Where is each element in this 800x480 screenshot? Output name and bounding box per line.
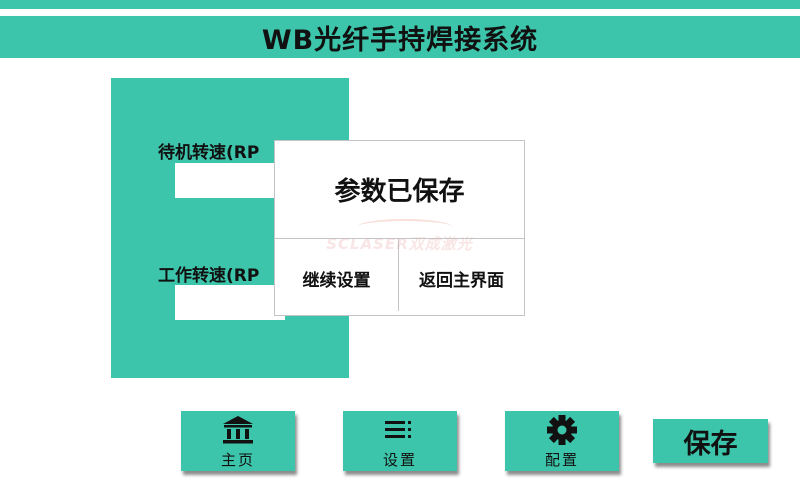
standby-speed-input[interactable] — [175, 163, 285, 198]
bank-icon — [220, 413, 256, 447]
app-title: WB光纤手持焊接系统 — [0, 16, 800, 58]
home-button[interactable]: 主页 — [181, 411, 295, 471]
gear-icon — [544, 413, 580, 447]
save-button[interactable]: 保存 — [653, 419, 768, 463]
return-main-button[interactable]: 返回主界面 — [399, 239, 524, 317]
home-label: 主页 — [220, 450, 255, 469]
config-button[interactable]: 配置 — [505, 411, 619, 471]
settings-button[interactable]: 设置 — [343, 411, 457, 471]
config-label: 配置 — [544, 450, 579, 469]
standby-speed-label: 待机转速(RP — [158, 143, 260, 163]
work-speed-input[interactable] — [175, 285, 285, 320]
save-confirm-dialog: 参数已保存 SCLASER双成激光 继续设置 返回主界面 — [274, 140, 525, 316]
settings-label: 设置 — [382, 450, 417, 469]
top-stripe — [0, 0, 800, 9]
work-speed-label: 工作转速(RP — [158, 266, 260, 286]
continue-settings-button[interactable]: 继续设置 — [275, 239, 398, 317]
list-menu-icon — [382, 413, 418, 447]
